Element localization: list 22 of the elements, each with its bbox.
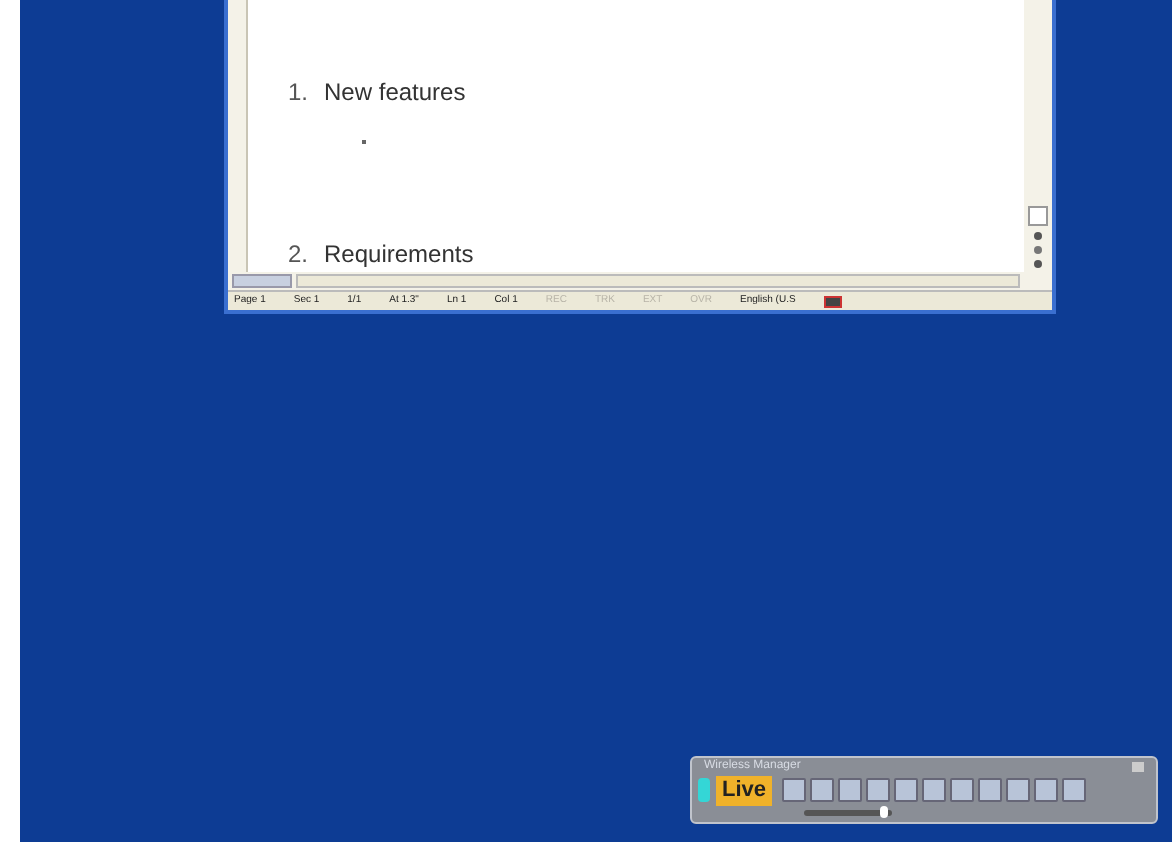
heading-text: Requirements bbox=[324, 242, 474, 266]
phone-icon bbox=[698, 778, 710, 802]
slider-thumb[interactable] bbox=[880, 806, 888, 818]
toolbar-icon[interactable] bbox=[866, 778, 891, 802]
toolbar-icon[interactable] bbox=[1062, 778, 1087, 802]
toolbar-icon[interactable] bbox=[1034, 778, 1059, 802]
horizontal-scrollbar[interactable] bbox=[296, 274, 1020, 288]
scroll-down-button[interactable] bbox=[1028, 206, 1048, 226]
toolbar-icon[interactable] bbox=[950, 778, 975, 802]
toolbar-icon[interactable] bbox=[922, 778, 947, 802]
heading-number: 1. bbox=[288, 80, 309, 104]
view-buttons[interactable] bbox=[232, 274, 292, 288]
toolbar-icon[interactable] bbox=[1006, 778, 1031, 802]
heading-text: New features bbox=[324, 80, 466, 104]
toolbar-icon[interactable] bbox=[978, 778, 1003, 802]
toolbar-icon[interactable] bbox=[810, 778, 835, 802]
toolbar-icon[interactable] bbox=[894, 778, 919, 802]
heading-number: 2. bbox=[288, 242, 309, 266]
toolbar-icon[interactable] bbox=[782, 778, 807, 802]
close-icon[interactable] bbox=[1132, 761, 1144, 771]
live-button[interactable]: Live bbox=[716, 775, 773, 805]
toolbar-icon[interactable] bbox=[838, 778, 863, 802]
